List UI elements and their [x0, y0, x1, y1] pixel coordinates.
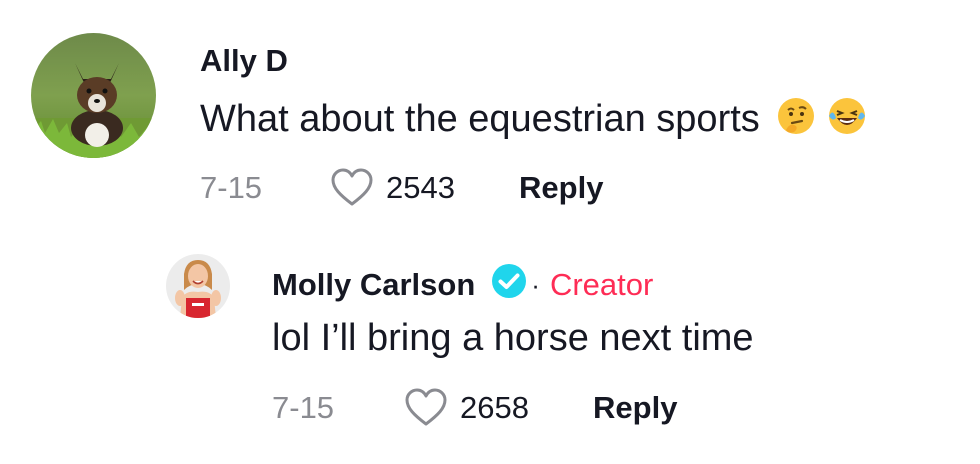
avatar-creator-photo [166, 254, 230, 318]
comment-text-content: What about the equestrian sports [200, 98, 760, 141]
comment-meta: 7-15 2543 Reply [200, 168, 603, 208]
reply-button[interactable]: Reply [519, 170, 603, 206]
separator-dot: · [531, 269, 540, 300]
verified-badge-icon [491, 263, 527, 307]
reply-meta: 7-15 2658 Reply [272, 388, 677, 428]
like-button[interactable]: 2658 [404, 388, 529, 428]
like-button[interactable]: 2543 [330, 168, 455, 208]
creator-label: Creator [549, 267, 654, 302]
comment-item: Ally D What about the equestrian sports [0, 0, 980, 230]
comment-username[interactable]: Ally D [200, 43, 288, 79]
like-count: 2543 [386, 170, 456, 205]
heart-outline-icon [405, 388, 447, 426]
laughing-tears-emoji [827, 96, 867, 146]
creator-avatar[interactable] [166, 254, 230, 318]
thinking-face-emoji [776, 96, 816, 146]
reply-username[interactable]: Molly Carlson [272, 267, 475, 303]
reply-item: Molly Carlson · Creator lol I’ll bring a… [0, 230, 980, 464]
avatar[interactable] [31, 33, 156, 158]
avatar-dog-photo [31, 33, 156, 158]
reply-button[interactable]: Reply [593, 390, 677, 426]
comment-date: 7-15 [200, 170, 263, 205]
like-count: 2658 [460, 390, 530, 425]
reply-username-row: Molly Carlson · Creator [272, 263, 653, 307]
comment-text: What about the equestrian sports [200, 96, 867, 146]
reply-date: 7-15 [272, 390, 335, 425]
reply-text: lol I’ll bring a horse next time [272, 317, 754, 359]
heart-outline-icon [331, 168, 373, 206]
